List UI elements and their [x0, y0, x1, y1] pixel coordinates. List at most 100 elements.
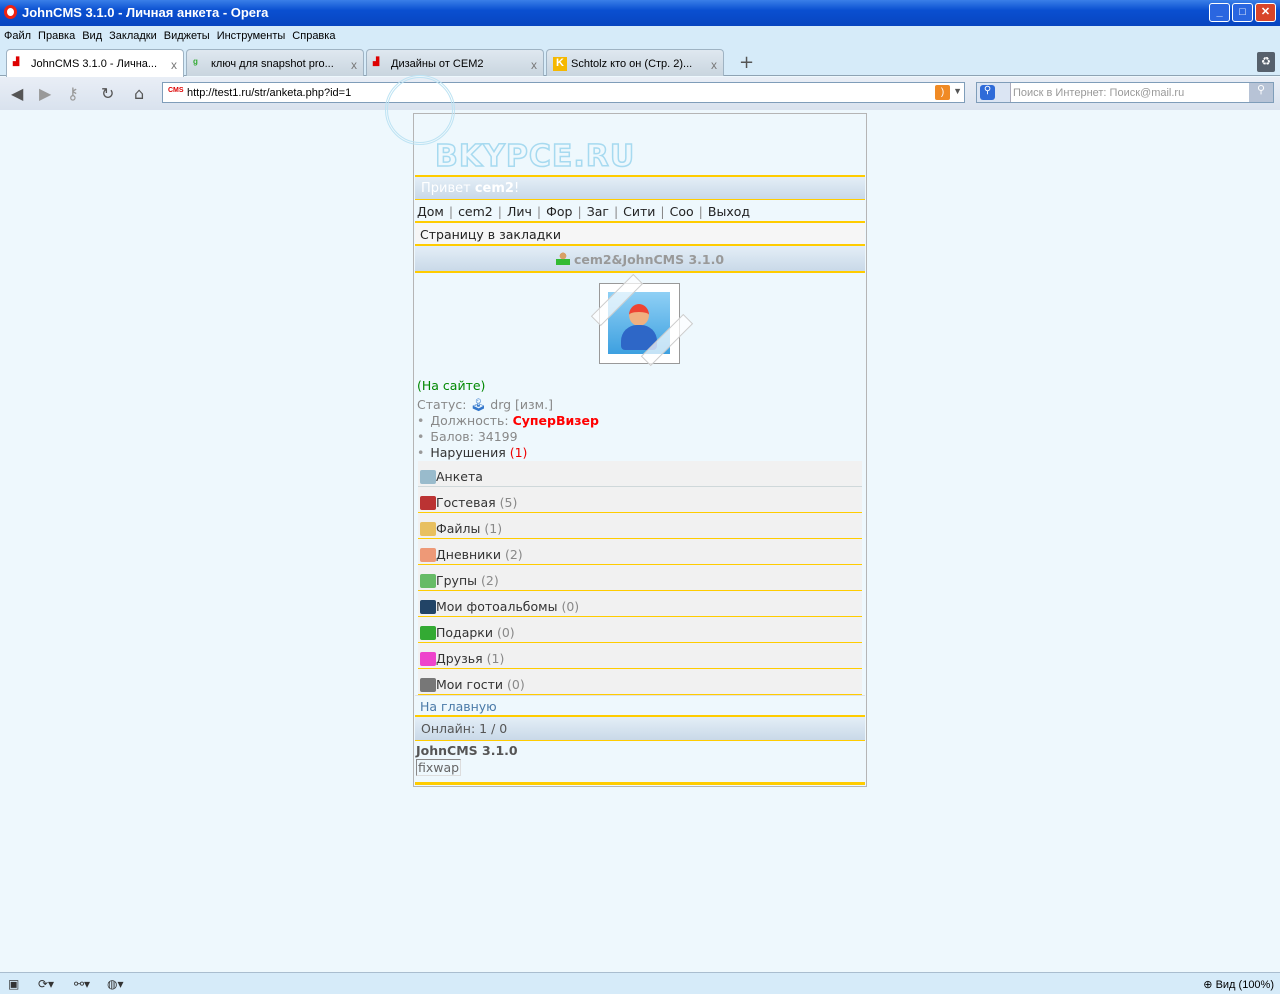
rss-icon[interactable]: ) [935, 85, 950, 100]
zoom-indicator[interactable]: ⊕ Вид (100%) [1203, 978, 1274, 991]
greeting-bar: Привет cem2! [415, 177, 865, 200]
item-count: (2) [504, 547, 523, 562]
minimize-button[interactable]: _ [1209, 3, 1230, 22]
unite-icon[interactable]: ⚯▾ [74, 977, 90, 991]
avatar [415, 273, 865, 378]
profile-menu-item[interactable]: Дневники (2) [418, 539, 862, 565]
panel-toggle-icon[interactable]: ▣ [8, 977, 19, 991]
item-count: (0) [496, 625, 515, 640]
key-icon[interactable]: ⚷ [67, 84, 79, 103]
tab-johncms[interactable]: ▟ JohnCMS 3.1.0 - Лична... x [6, 49, 184, 77]
violations-label[interactable]: Нарушения [430, 445, 509, 460]
status-bar: ▣ ⟳▾ ⚯▾ ◍▾ ⊕ Вид (100%) [0, 972, 1280, 994]
home-link[interactable]: На главную [415, 695, 865, 717]
menu-widgets[interactable]: Виджеты [164, 30, 210, 46]
profile-menu-item[interactable]: Мои фотоальбомы (0) [418, 591, 862, 617]
menu-bookmarks[interactable]: Закладки [109, 30, 157, 46]
camera-icon [420, 599, 436, 614]
menu-edit[interactable]: Правка [38, 30, 75, 46]
item-count: (0) [507, 677, 525, 692]
maximize-button[interactable]: □ [1232, 3, 1253, 22]
nav-city[interactable]: Сити [623, 204, 655, 219]
sync-icon[interactable]: ⟳▾ [38, 977, 54, 991]
tab-bar: ▟ JohnCMS 3.1.0 - Лична... x g ключ для sna… [0, 46, 1280, 77]
tab-close-icon[interactable]: x [711, 58, 717, 72]
item-label: Файлы [436, 521, 481, 536]
tab-google[interactable]: g ключ для snapshot pro... x [186, 49, 364, 76]
status-value[interactable]: drg [изм.] [490, 397, 553, 412]
nav-logout[interactable]: Выход [708, 204, 750, 219]
gift-icon [420, 625, 436, 640]
back-icon[interactable]: ◀ [11, 84, 23, 103]
forward-icon[interactable]: ▶ [39, 84, 51, 103]
tab-close-icon[interactable]: x [171, 58, 177, 72]
menu-file[interactable]: Файл [4, 30, 31, 46]
search-engine-selector[interactable]: ⚲ [977, 83, 1011, 102]
item-label: Групы [436, 573, 477, 588]
tab-close-icon[interactable]: x [351, 58, 357, 72]
chevron-down-icon[interactable]: ▼ [953, 86, 962, 96]
nav-home[interactable]: Дом [417, 204, 444, 219]
item-label: Гостевая [436, 495, 496, 510]
cms-favicon-icon: ▟ [373, 57, 380, 66]
online-counter[interactable]: Онлайн: 1 / 0 [415, 717, 865, 741]
site-logo[interactable]: BKYPCE.RU [385, 75, 865, 177]
reload-icon[interactable]: ↻ [101, 84, 114, 103]
k-favicon-icon: K [553, 57, 567, 71]
item-label: Подарки [436, 625, 493, 640]
search-field[interactable]: ⚲ Поиск в Интернет: Поиск@mail.ru ⚲ [976, 82, 1274, 103]
tab-label: Дизайны от CEM2 [391, 58, 484, 70]
profile-menu-item[interactable]: Друзья (1) [418, 643, 862, 669]
tab-close-icon[interactable]: x [531, 58, 537, 72]
menu-help[interactable]: Справка [292, 30, 335, 46]
address-field[interactable]: CMS http://test1.ru/str/anketa.php?id=1) ▼ [162, 82, 965, 103]
joystick-icon: 🕹 [470, 397, 487, 412]
footer-title: JohnCMS 3.1.0 [416, 743, 518, 758]
site-page: BKYPCE.RU Привет cem2! Дом | cem2 | Лич | Фор |… [385, 75, 867, 787]
cms-favicon-icon: ▟ [13, 57, 20, 66]
close-button[interactable]: ✕ [1255, 3, 1276, 22]
nav-community[interactable]: Соо [670, 204, 694, 219]
guest-icon [420, 677, 436, 692]
fixwap-link[interactable]: fixwap [416, 759, 462, 776]
menu-tools[interactable]: Инструменты [217, 30, 286, 46]
item-label: Друзья [436, 651, 483, 666]
nav-profile[interactable]: cem2 [458, 204, 493, 219]
new-tab-plus-icon[interactable]: + [739, 52, 754, 73]
bookmark-link[interactable]: Страницу в закладки [415, 223, 865, 246]
profile-menu-item[interactable]: Файлы (1) [418, 513, 862, 539]
nav-forum[interactable]: Фор [546, 204, 572, 219]
home-icon[interactable]: ⌂ [134, 84, 144, 103]
menu-bar: Файл Правка Вид Закладки Виджеты Инструм… [0, 26, 1280, 46]
points-value: 34199 [477, 429, 518, 444]
greeting-username: cem2 [474, 181, 514, 196]
tab-schtolz[interactable]: K Schtolz кто он (Стр. 2)... x [546, 49, 724, 76]
search-go-icon[interactable]: ⚲ [1249, 83, 1273, 102]
trash-icon[interactable]: ♻ [1257, 52, 1275, 72]
logo-text: BKYPCE.RU [434, 138, 636, 175]
profile-menu-item[interactable]: Анкета [418, 461, 862, 487]
profile-menu: Анкета Гостевая (5) Файлы (1) Дневники (2) Груп… [415, 461, 865, 695]
pencil-icon [420, 547, 436, 562]
profile-menu-item[interactable]: Мои гости (0) [418, 669, 862, 695]
item-label: Мои фотоальбомы [436, 599, 558, 614]
profile-menu-item[interactable]: Подарки (0) [418, 617, 862, 643]
item-count: (5) [499, 495, 518, 510]
violations-count: (1) [509, 445, 528, 460]
opera-logo-icon [4, 5, 17, 19]
guestbook-icon [420, 495, 436, 510]
menu-view[interactable]: Вид [82, 30, 102, 46]
cms-favicon-icon: CMS [168, 87, 184, 94]
search-placeholder: Поиск в Интернет: Поиск@mail.ru [1013, 87, 1185, 99]
nav-private[interactable]: Лич [507, 204, 532, 219]
greeting-end: ! [513, 181, 520, 196]
profile-menu-item[interactable]: Групы (2) [418, 565, 862, 591]
tab-designs[interactable]: ▟ Дизайны от CEM2 x [366, 49, 544, 76]
greeting-text: Привет [421, 181, 475, 196]
title-bar: JohnCMS 3.1.0 - Личная анкета - Opera _ □… [0, 0, 1280, 26]
profile-menu-item[interactable]: Гостевая (5) [418, 487, 862, 513]
turbo-icon[interactable]: ◍▾ [107, 977, 124, 991]
nav-downloads[interactable]: Заг [587, 204, 609, 219]
navigation-bar: ◀ ▶ ⚷ ↻ ⌂ CMS http://test1.ru/str/anketa.… [0, 77, 1280, 110]
online-status: (На сайте) [417, 378, 486, 393]
